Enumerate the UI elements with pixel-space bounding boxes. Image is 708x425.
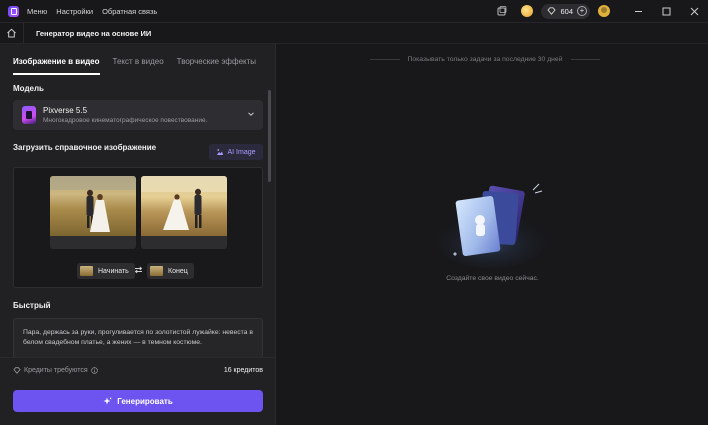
generate-button[interactable]: Генерировать — [13, 390, 263, 412]
upload-section-label: Загрузить справочное изображение — [13, 143, 157, 152]
menu-item-menu[interactable]: Меню — [27, 7, 47, 16]
end-frame-tag[interactable]: Конец — [147, 263, 194, 279]
diamond-icon — [547, 7, 557, 15]
diamond-icon — [13, 367, 21, 374]
swap-icon[interactable] — [134, 266, 143, 276]
tab-creative-effects[interactable]: Творческие эффекты — [177, 57, 256, 75]
reference-image-upload[interactable]: Начинать Конец — [13, 167, 263, 288]
title-bar: Меню Настройки Обратная связь 604 + — [0, 0, 708, 22]
credits-row: Кредиты требуются 16 кредитов — [13, 367, 263, 374]
panel-scrollbar[interactable] — [268, 90, 271, 182]
start-frame-tag[interactable]: Начинать — [77, 263, 135, 279]
tab-text-to-video[interactable]: Текст в видео — [113, 57, 164, 75]
start-frame-photo — [50, 176, 136, 236]
credits-required-value: 16 кредитов — [223, 367, 263, 374]
model-section-label: Модель — [13, 84, 44, 93]
ai-image-icon — [217, 149, 224, 155]
prompt-section-label: Быстрый — [13, 301, 51, 310]
credits-pill[interactable]: 604 + — [541, 3, 590, 19]
info-icon[interactable] — [90, 367, 98, 374]
sparkle-icon — [103, 397, 112, 404]
start-frame-image[interactable] — [50, 176, 136, 249]
profile-icon[interactable] — [598, 5, 610, 17]
tab-image-to-video[interactable]: Изображение в видео — [13, 57, 100, 75]
chevron-down-icon — [247, 110, 255, 119]
generator-panel: Изображение в видео Текст в видео Творче… — [0, 44, 276, 425]
ai-image-button[interactable]: AI Image — [209, 144, 263, 160]
model-description: Многокадровое кинематографическое повест… — [43, 117, 208, 124]
start-thumb-icon — [80, 266, 93, 276]
end-frame-label: Конец — [168, 267, 188, 275]
generate-label: Генерировать — [117, 396, 173, 406]
page-title: Генератор видео на основе ИИ — [36, 28, 152, 38]
plus-icon[interactable]: + — [577, 6, 587, 16]
credits-count: 604 — [560, 6, 573, 16]
end-thumb-icon — [150, 266, 163, 276]
menu-item-feedback[interactable]: Обратная связь — [102, 7, 157, 16]
empty-state-text: Создайте свое видео сейчас. — [446, 275, 539, 282]
tasks-notice: Показывать только задачи за последние 30… — [370, 56, 601, 63]
empty-state-illustration — [433, 183, 549, 268]
tasks-notice-text: Показывать только задачи за последние 30… — [407, 56, 563, 63]
start-frame-label: Начинать — [98, 267, 129, 275]
close-icon[interactable] — [680, 0, 708, 22]
credits-required-label: Кредиты требуются — [24, 367, 88, 374]
breadcrumb: Генератор видео на основе ИИ — [0, 22, 708, 44]
prompt-textarea[interactable]: Пара, держась за руки, прогуливается по … — [13, 318, 263, 358]
tasks-icon[interactable] — [496, 6, 507, 17]
end-frame-photo — [141, 176, 227, 236]
coin-icon[interactable] — [521, 5, 534, 17]
menu-item-settings[interactable]: Настройки — [56, 7, 93, 16]
minimize-icon[interactable] — [624, 0, 652, 22]
mode-tabs: Изображение в видео Текст в видео Творче… — [13, 57, 256, 75]
results-panel: Показывать только задачи за последние 30… — [277, 44, 708, 425]
divider — [0, 357, 275, 358]
ai-image-label: AI Image — [227, 148, 256, 156]
maximize-icon[interactable] — [652, 0, 680, 22]
model-name: Pixverse 5.5 — [43, 106, 88, 115]
model-logo-icon — [22, 106, 36, 124]
home-icon[interactable] — [0, 22, 24, 44]
end-frame-image[interactable] — [141, 176, 227, 249]
app-logo-icon — [8, 5, 19, 17]
model-select[interactable]: Pixverse 5.5 Многокадровое кинематографи… — [13, 100, 263, 130]
